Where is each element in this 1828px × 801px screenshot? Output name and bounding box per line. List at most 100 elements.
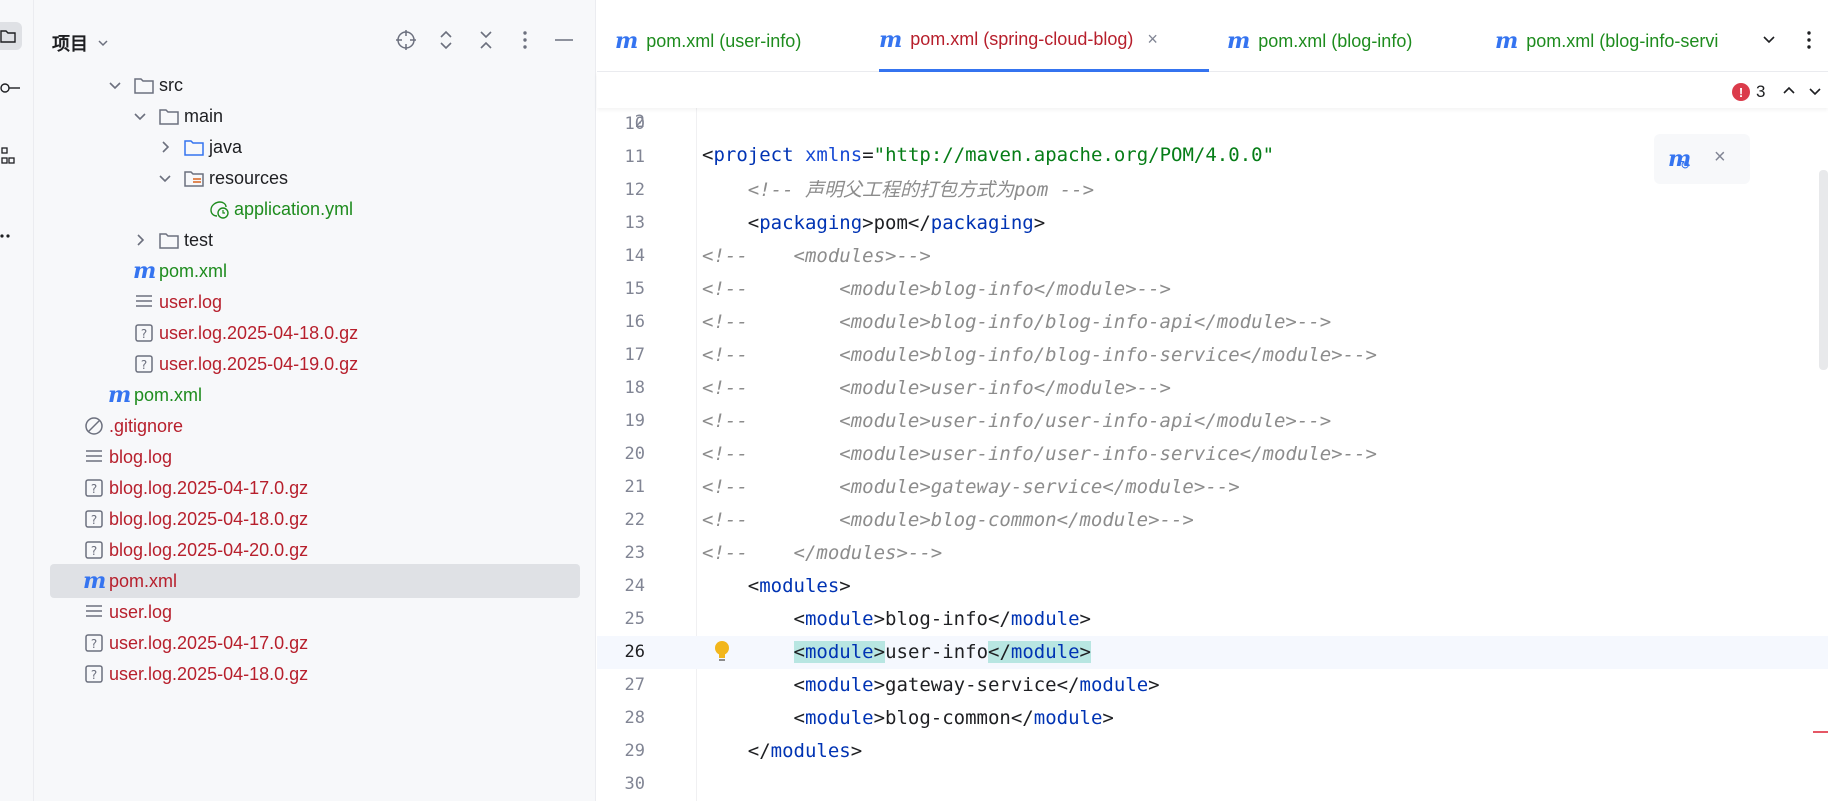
close-icon[interactable]: × [1714, 146, 1726, 169]
line-number: 18 [624, 378, 645, 398]
problems-indicator[interactable]: ! 3 [1732, 82, 1765, 102]
tree-item-label: test [184, 229, 214, 250]
options-button[interactable] [513, 28, 537, 52]
tree-item[interactable]: ? user.log.2025-04-18.0.gz [50, 657, 580, 691]
tree-item-icon [158, 229, 180, 251]
chevron-right-icon[interactable] [132, 232, 148, 248]
tree-item[interactable]: main [50, 99, 580, 133]
tree-item[interactable]: ? user.log.2025-04-18.0.gz [50, 316, 580, 350]
code-text: <module>user-info</module> [793, 641, 1091, 663]
line-number: 29 [624, 741, 645, 761]
chevron-down-icon[interactable] [157, 170, 173, 186]
unknown-file-icon: ? [135, 324, 153, 342]
collapse-all-button[interactable] [474, 28, 498, 52]
chevron-down-icon[interactable] [107, 77, 123, 93]
folder-icon [159, 233, 179, 249]
lightbulb-icon[interactable] [713, 640, 731, 664]
resources-folder-icon [184, 171, 204, 187]
code-line[interactable]: 30 [597, 768, 1828, 801]
structure-tool-button[interactable] [0, 140, 22, 168]
code-line[interactable]: 28 <module>blog-common</module> [597, 702, 1828, 735]
code-line[interactable]: 20 <!-- <module>user-info/user-info-servi… [597, 438, 1828, 471]
hide-panel-button[interactable] [552, 28, 576, 52]
tree-item-label: pom.xml [109, 570, 178, 591]
minimize-icon [555, 39, 573, 41]
line-number: 26 [624, 642, 645, 662]
chevron-right-icon[interactable] [157, 139, 173, 155]
code-text: <!-- <module>blog-info/blog-info-service… [702, 344, 1377, 366]
tree-item[interactable]: m pom.xml [50, 254, 580, 288]
tree-item[interactable]: resources [50, 161, 580, 195]
code-text: </modules> [702, 740, 863, 762]
code-line[interactable]: 27 <module>gateway-service</module> [597, 669, 1828, 702]
tree-item[interactable]: m pom.xml [50, 564, 580, 598]
next-problem-button[interactable] [1804, 80, 1826, 102]
tree-item[interactable]: user.log [50, 285, 580, 319]
tree-item-label: user.log.2025-04-18.0.gz [159, 322, 359, 343]
tree-item[interactable]: ? blog.log.2025-04-17.0.gz [50, 471, 580, 505]
more-horizontal-icon [0, 234, 10, 238]
chevron-down-icon[interactable] [132, 108, 148, 124]
tree-item[interactable]: ? user.log.2025-04-19.0.gz [50, 347, 580, 381]
error-stripe-mark[interactable] [1813, 731, 1828, 733]
line-number: 30 [624, 774, 645, 794]
project-tool-button[interactable] [0, 22, 22, 50]
tree-item-icon [208, 198, 230, 220]
code-line[interactable]: 21 <!-- <module>gateway-service</module>-… [597, 471, 1828, 504]
sticky-lines: 2 <project xmlns="http://maven.apache.or… [597, 72, 1828, 166]
tree-item-icon [133, 291, 155, 313]
tree-item[interactable]: ? blog.log.2025-04-20.0.gz [50, 533, 580, 567]
tree-item[interactable]: application.yml [50, 192, 580, 226]
code-line[interactable]: 17 <!-- <module>blog-info/blog-info-servi… [597, 339, 1828, 372]
tree-item[interactable]: .gitignore [50, 409, 580, 443]
code-line[interactable]: 22 <!-- <module>blog-common</module>--> [597, 504, 1828, 537]
code-line[interactable]: 10 [597, 108, 1828, 141]
tree-item-label: src [159, 74, 183, 95]
code-area[interactable]: 10 11 12 <!-- 声明父工程的打包方式为pom --> 13 <packag… [597, 0, 1828, 801]
tree-item-label: pom.xml [159, 260, 228, 281]
tree-item[interactable]: src [50, 68, 580, 102]
code-text: <module>blog-info</module> [702, 608, 1091, 630]
tree-item-icon: ? [133, 322, 155, 344]
code-line[interactable]: 29 </modules> [597, 735, 1828, 768]
commit-tool-button[interactable] [0, 74, 22, 102]
tree-item[interactable]: blog.log [50, 440, 580, 474]
more-tools-button[interactable] [0, 222, 22, 250]
code-line[interactable]: 18 <!-- <module>user-info</module>--> [597, 372, 1828, 405]
tree-item[interactable]: ? user.log.2025-04-17.0.gz [50, 626, 580, 660]
code-line[interactable]: 15 <!-- <module>blog-info</module>--> [597, 273, 1828, 306]
chevron-down-icon [1809, 88, 1821, 96]
yml-file-icon [210, 201, 229, 219]
sticky-line: 2 <project xmlns="http://maven.apache.or… [597, 73, 1828, 166]
tree-item[interactable]: m pom.xml [50, 378, 580, 412]
code-line[interactable]: 13 <packaging>pom</packaging> [597, 207, 1828, 240]
code-line[interactable]: 24 <modules> [597, 570, 1828, 603]
tree-item-label: application.yml [234, 198, 354, 219]
project-view-selector[interactable]: 项目 [52, 30, 110, 56]
line-number: 20 [624, 444, 645, 464]
code-line[interactable]: 16 <!-- <module>blog-info/blog-info-api</… [597, 306, 1828, 339]
tree-item[interactable]: ? blog.log.2025-04-18.0.gz [50, 502, 580, 536]
code-line[interactable]: 14 <!-- <modules>--> [597, 240, 1828, 273]
tree-item[interactable]: java [50, 130, 580, 164]
activity-bar [0, 0, 34, 801]
tree-item[interactable]: user.log [50, 595, 580, 629]
editor-scrollbar[interactable] [1819, 170, 1828, 370]
structure-icon [1, 147, 15, 164]
folder-icon [159, 109, 179, 125]
tree-item[interactable]: test [50, 223, 580, 257]
previous-problem-button[interactable] [1778, 80, 1800, 102]
tree-item-icon [83, 415, 105, 437]
code-line[interactable]: 12 <!-- 声明父工程的打包方式为pom --> [597, 174, 1828, 207]
code-text: <!-- <module>user-info</module>--> [702, 377, 1171, 399]
svg-text:?: ? [91, 482, 97, 496]
code-line[interactable]: 23 <!-- </modules>--> [597, 537, 1828, 570]
ignored-file-icon [85, 417, 103, 435]
chevron-up-icon [1783, 86, 1795, 94]
code-line[interactable]: 26 <module>user-info</module> [597, 636, 1828, 669]
svg-text:?: ? [91, 668, 97, 682]
locate-file-button[interactable] [394, 28, 418, 52]
code-line[interactable]: 25 <module>blog-info</module> [597, 603, 1828, 636]
expand-all-button[interactable] [434, 28, 458, 52]
code-line[interactable]: 19 <!-- <module>user-info/user-info-api</… [597, 405, 1828, 438]
